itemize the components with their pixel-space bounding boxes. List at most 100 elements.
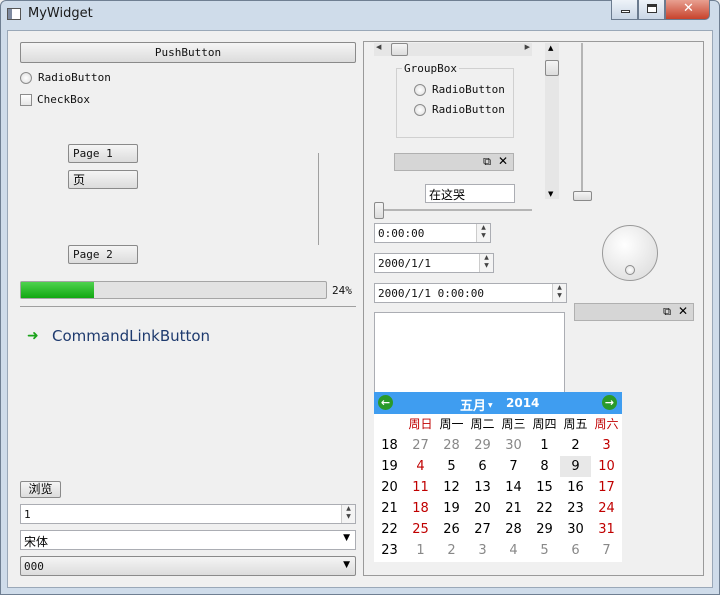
calendar-day[interactable]: 8 (529, 456, 560, 477)
radio-button[interactable] (20, 72, 32, 84)
calendar-week-number: 21 (381, 501, 398, 516)
scrollbar-handle[interactable] (391, 43, 408, 56)
close-button[interactable]: ✕ (665, 0, 710, 20)
line-edit[interactable]: 在这哭 (425, 184, 515, 203)
calendar-day[interactable]: 29 (529, 519, 560, 540)
close-icon[interactable]: ✕ (498, 154, 508, 168)
calendar-day[interactable]: 31 (591, 519, 622, 540)
calendar-day[interactable]: 6 (560, 540, 591, 561)
calendar-day[interactable]: 30 (560, 519, 591, 540)
time-edit[interactable]: 0:00:00 ▲ ▼ (374, 223, 491, 243)
toolbox-page2-tab[interactable]: Page 2 (68, 245, 138, 264)
calendar-day[interactable]: 11 (405, 477, 436, 498)
horizontal-slider-handle[interactable] (374, 202, 384, 219)
scrollbar-handle[interactable] (545, 60, 559, 76)
dial-notch (625, 265, 635, 275)
calendar-day[interactable]: 17 (591, 477, 622, 498)
calendar-month[interactable]: 五月 (460, 395, 486, 414)
command-link-button[interactable]: ➜ CommandLinkButton (20, 325, 240, 349)
calendar-day[interactable]: 3 (591, 435, 622, 456)
calendar-day[interactable]: 3 (467, 540, 498, 561)
calendar-day[interactable]: 12 (436, 477, 467, 498)
time-edit-arrows[interactable]: ▲ ▼ (476, 224, 490, 242)
calendar-day[interactable]: 20 (467, 498, 498, 519)
calendar-day[interactable]: 6 (467, 456, 498, 477)
calendar-day[interactable]: 7 (498, 456, 529, 477)
maximize-button[interactable] (638, 0, 665, 20)
calendar-day[interactable]: 19 (436, 498, 467, 519)
calendar-day[interactable]: 26 (436, 519, 467, 540)
combobox[interactable]: 000 ▼ (20, 556, 356, 576)
vertical-line (318, 153, 319, 245)
title-bar[interactable]: MyWidget ✕ (0, 0, 720, 30)
float-icon[interactable]: ⧉ (663, 305, 671, 319)
calendar-day[interactable]: 22 (529, 498, 560, 519)
calendar-week-number: 23 (381, 543, 398, 558)
calendar-day[interactable]: 1 (405, 540, 436, 561)
text-edit[interactable] (374, 312, 565, 393)
group-radio-2[interactable] (414, 104, 426, 116)
calendar-day[interactable]: 27 (467, 519, 498, 540)
prev-month-icon[interactable]: ← (378, 395, 393, 410)
calendar-day[interactable]: 5 (529, 540, 560, 561)
calendar-day[interactable]: 9 (560, 456, 591, 477)
vertical-slider-handle[interactable] (573, 191, 592, 201)
font-combobox[interactable]: 宋体 ▼ (20, 530, 356, 550)
float-icon[interactable]: ⧉ (483, 155, 491, 169)
calendar-day[interactable]: 21 (498, 498, 529, 519)
calendar-day[interactable]: 28 (498, 519, 529, 540)
calendar-day[interactable]: 2 (560, 435, 591, 456)
calendar-day[interactable]: 4 (405, 456, 436, 477)
calendar-weekday-header: 周一 (439, 417, 464, 431)
calendar-day[interactable]: 10 (591, 456, 622, 477)
calendar-weekday-header: 周四 (532, 417, 557, 431)
calendar-day[interactable]: 4 (498, 540, 529, 561)
spinbox-arrows[interactable]: ▲ ▼ (341, 505, 355, 523)
calendar-week-number: 20 (381, 480, 398, 495)
close-icon[interactable]: ✕ (678, 304, 688, 318)
dock-widget-1[interactable]: ⧉ ✕ (394, 153, 514, 171)
checkbox[interactable] (20, 94, 32, 106)
calendar-day[interactable]: 30 (498, 435, 529, 456)
date-edit-arrows[interactable]: ▲ ▼ (479, 254, 493, 272)
next-month-icon[interactable]: → (602, 395, 617, 410)
datetime-edit[interactable]: 2000/1/1 0:00:00 ▲ ▼ (374, 283, 567, 303)
calendar-day[interactable]: 24 (591, 498, 622, 519)
calendar-day[interactable]: 29 (467, 435, 498, 456)
calendar-day[interactable]: 27 (405, 435, 436, 456)
dial[interactable] (602, 225, 658, 281)
calendar-year[interactable]: 2014 (506, 396, 539, 410)
spinbox[interactable]: 1 ▲ ▼ (20, 504, 356, 524)
calendar-day[interactable]: 7 (591, 540, 622, 561)
horizontal-slider[interactable] (374, 209, 532, 211)
calendar-day[interactable]: 25 (405, 519, 436, 540)
calendar-day[interactable]: 15 (529, 477, 560, 498)
browse-button[interactable]: 浏览 (20, 481, 61, 498)
minimize-button[interactable] (611, 0, 638, 20)
spinbox-value: 1 (24, 508, 31, 521)
group-radio-1[interactable] (414, 84, 426, 96)
toolbox-page-label[interactable]: 页 (68, 170, 138, 189)
calendar-day[interactable]: 5 (436, 456, 467, 477)
calendar-weekday-header: 周六 (594, 417, 619, 431)
date-edit[interactable]: 2000/1/1 ▲ ▼ (374, 253, 494, 273)
calendar-day[interactable]: 18 (405, 498, 436, 519)
horizontal-line (20, 306, 356, 307)
calendar-day[interactable]: 28 (436, 435, 467, 456)
calendar-day[interactable]: 1 (529, 435, 560, 456)
dock-widget-2[interactable]: ⧉ ✕ (574, 303, 694, 321)
vertical-scrollbar[interactable]: ▲ ▼ (545, 43, 559, 199)
calendar-nav-background (374, 392, 622, 414)
calendar-widget[interactable]: ← 五月 ▼ 2014 → 周日 周一 周二 周三 周四 周五 周六 18 27 28 29 30 1 2… (374, 392, 622, 562)
calendar-day[interactable]: 14 (498, 477, 529, 498)
toolbox-page1-tab[interactable]: Page 1 (68, 144, 138, 163)
calendar-day[interactable]: 16 (560, 477, 591, 498)
calendar-day[interactable]: 13 (467, 477, 498, 498)
horizontal-scrollbar[interactable]: ◀ ▶ (374, 43, 532, 56)
push-button[interactable]: PushButton (20, 42, 356, 63)
calendar-day[interactable]: 23 (560, 498, 591, 519)
vertical-slider[interactable] (581, 43, 583, 198)
calendar-day[interactable]: 2 (436, 540, 467, 561)
datetime-edit-arrows[interactable]: ▲ ▼ (552, 284, 566, 302)
font-combobox-value: 宋体 (24, 535, 49, 549)
